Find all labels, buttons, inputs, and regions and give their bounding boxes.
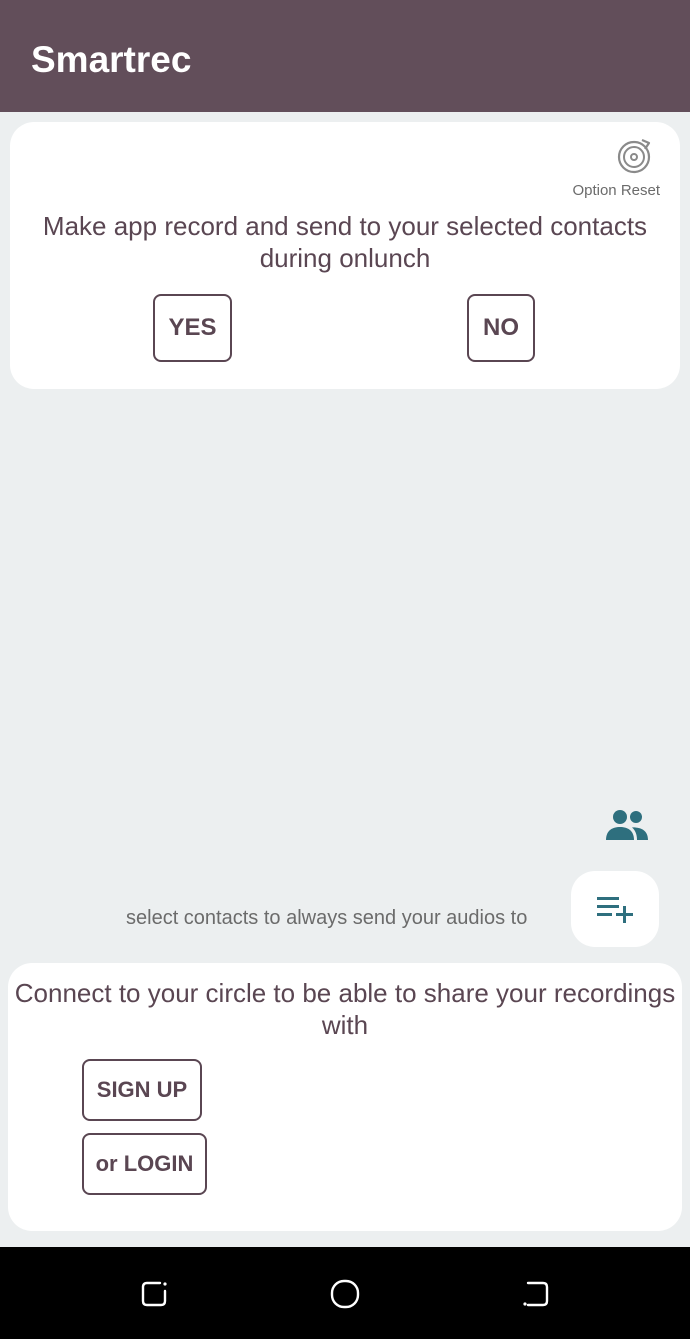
system-nav-bar: [0, 1247, 690, 1339]
recent-apps-icon[interactable]: [138, 1278, 170, 1310]
reset-icon[interactable]: [614, 136, 654, 176]
option-reset-label[interactable]: Option Reset: [550, 182, 660, 199]
no-button[interactable]: NO: [467, 294, 535, 362]
contacts-hint: select contacts to always send your audi…: [126, 907, 528, 929]
connect-circle-text: Connect to your circle to be able to sha…: [14, 978, 676, 1040]
app-bar: Smartrec: [0, 0, 690, 112]
onlaunch-card: Option Reset Make app record and send to…: [10, 122, 680, 389]
home-icon[interactable]: [329, 1278, 361, 1310]
circle-card: Connect to your circle to be able to sha…: [8, 963, 682, 1231]
login-button[interactable]: or LOGIN: [82, 1133, 207, 1195]
onlaunch-question: Make app record and send to your selecte…: [42, 211, 648, 273]
yes-button[interactable]: YES: [153, 294, 232, 362]
sign-up-button[interactable]: SIGN UP: [82, 1059, 202, 1121]
group-icon[interactable]: [604, 808, 650, 842]
back-icon[interactable]: [520, 1278, 552, 1310]
playlist-add-icon: [597, 897, 633, 923]
add-contacts-button[interactable]: [571, 871, 659, 947]
app-title: Smartrec: [31, 39, 192, 80]
